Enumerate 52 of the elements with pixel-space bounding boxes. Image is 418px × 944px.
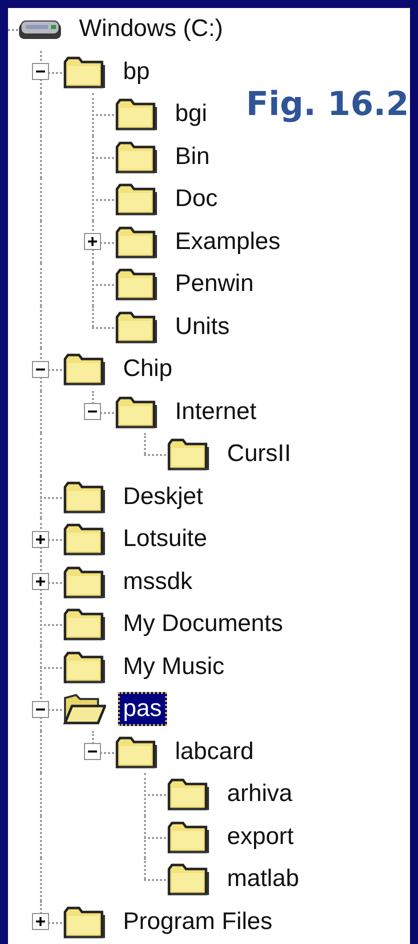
expand-icon[interactable] xyxy=(84,233,101,250)
folder-icon xyxy=(62,904,106,940)
tree-item[interactable]: Penwin xyxy=(170,267,259,302)
collapse-icon[interactable] xyxy=(84,403,101,420)
folder-icon xyxy=(62,564,106,600)
folder-icon xyxy=(114,138,158,175)
folder-icon xyxy=(62,648,106,685)
folder-icon xyxy=(114,224,158,260)
tree-item[interactable]: Chip xyxy=(118,352,178,386)
tree-item[interactable]: Examples xyxy=(170,224,286,259)
figure-label: Fig. 16.2 xyxy=(246,84,409,123)
collapse-icon[interactable] xyxy=(32,700,49,718)
folder-icon xyxy=(114,734,158,770)
tree-item[interactable]: matlab xyxy=(222,862,304,896)
expand-icon[interactable] xyxy=(32,573,49,590)
folder-icon xyxy=(166,818,210,855)
tree-item[interactable]: pas xyxy=(118,692,167,726)
collapse-icon[interactable] xyxy=(84,743,101,760)
folder-icon xyxy=(114,96,158,132)
folder-icon xyxy=(62,54,106,90)
tree-item[interactable]: Internet xyxy=(170,394,262,429)
folder-icon xyxy=(114,394,158,430)
folder-icon xyxy=(62,478,106,515)
folder-icon xyxy=(166,776,210,812)
folder-icon xyxy=(166,436,210,472)
tree-item[interactable]: CursII xyxy=(222,437,296,472)
folder-icon xyxy=(166,861,210,898)
folder-icon xyxy=(62,521,106,558)
folder-icon xyxy=(114,181,158,218)
folder-icon xyxy=(114,308,158,345)
tree-item[interactable]: My Music xyxy=(118,650,230,684)
tree-item[interactable]: Lotsuite xyxy=(118,522,212,556)
tree-item[interactable]: Bin xyxy=(170,140,215,174)
collapse-icon[interactable] xyxy=(32,360,49,378)
tree-item[interactable]: Windows (C:) xyxy=(74,12,228,46)
tree-item[interactable]: labcard xyxy=(170,734,259,769)
tree-item[interactable]: Program Files xyxy=(118,904,278,939)
folder-icon xyxy=(62,606,106,642)
tree-item[interactable]: mssdk xyxy=(118,564,198,599)
tree-item[interactable]: arhiva xyxy=(222,777,298,812)
folder-icon xyxy=(114,266,158,302)
tree-item[interactable]: Doc xyxy=(170,182,223,216)
expand-icon[interactable] xyxy=(32,913,49,930)
tree-item[interactable]: export xyxy=(222,820,299,854)
tree-item[interactable]: bgi xyxy=(170,97,212,132)
tree-item[interactable]: Deskjet xyxy=(118,480,208,514)
folder-icon xyxy=(62,351,106,388)
tree-item[interactable]: My Documents xyxy=(118,607,288,642)
collapse-icon[interactable] xyxy=(32,63,49,80)
expand-icon[interactable] xyxy=(32,530,49,548)
tree-item[interactable]: Units xyxy=(170,310,235,344)
tree-item[interactable]: bp xyxy=(118,54,155,89)
